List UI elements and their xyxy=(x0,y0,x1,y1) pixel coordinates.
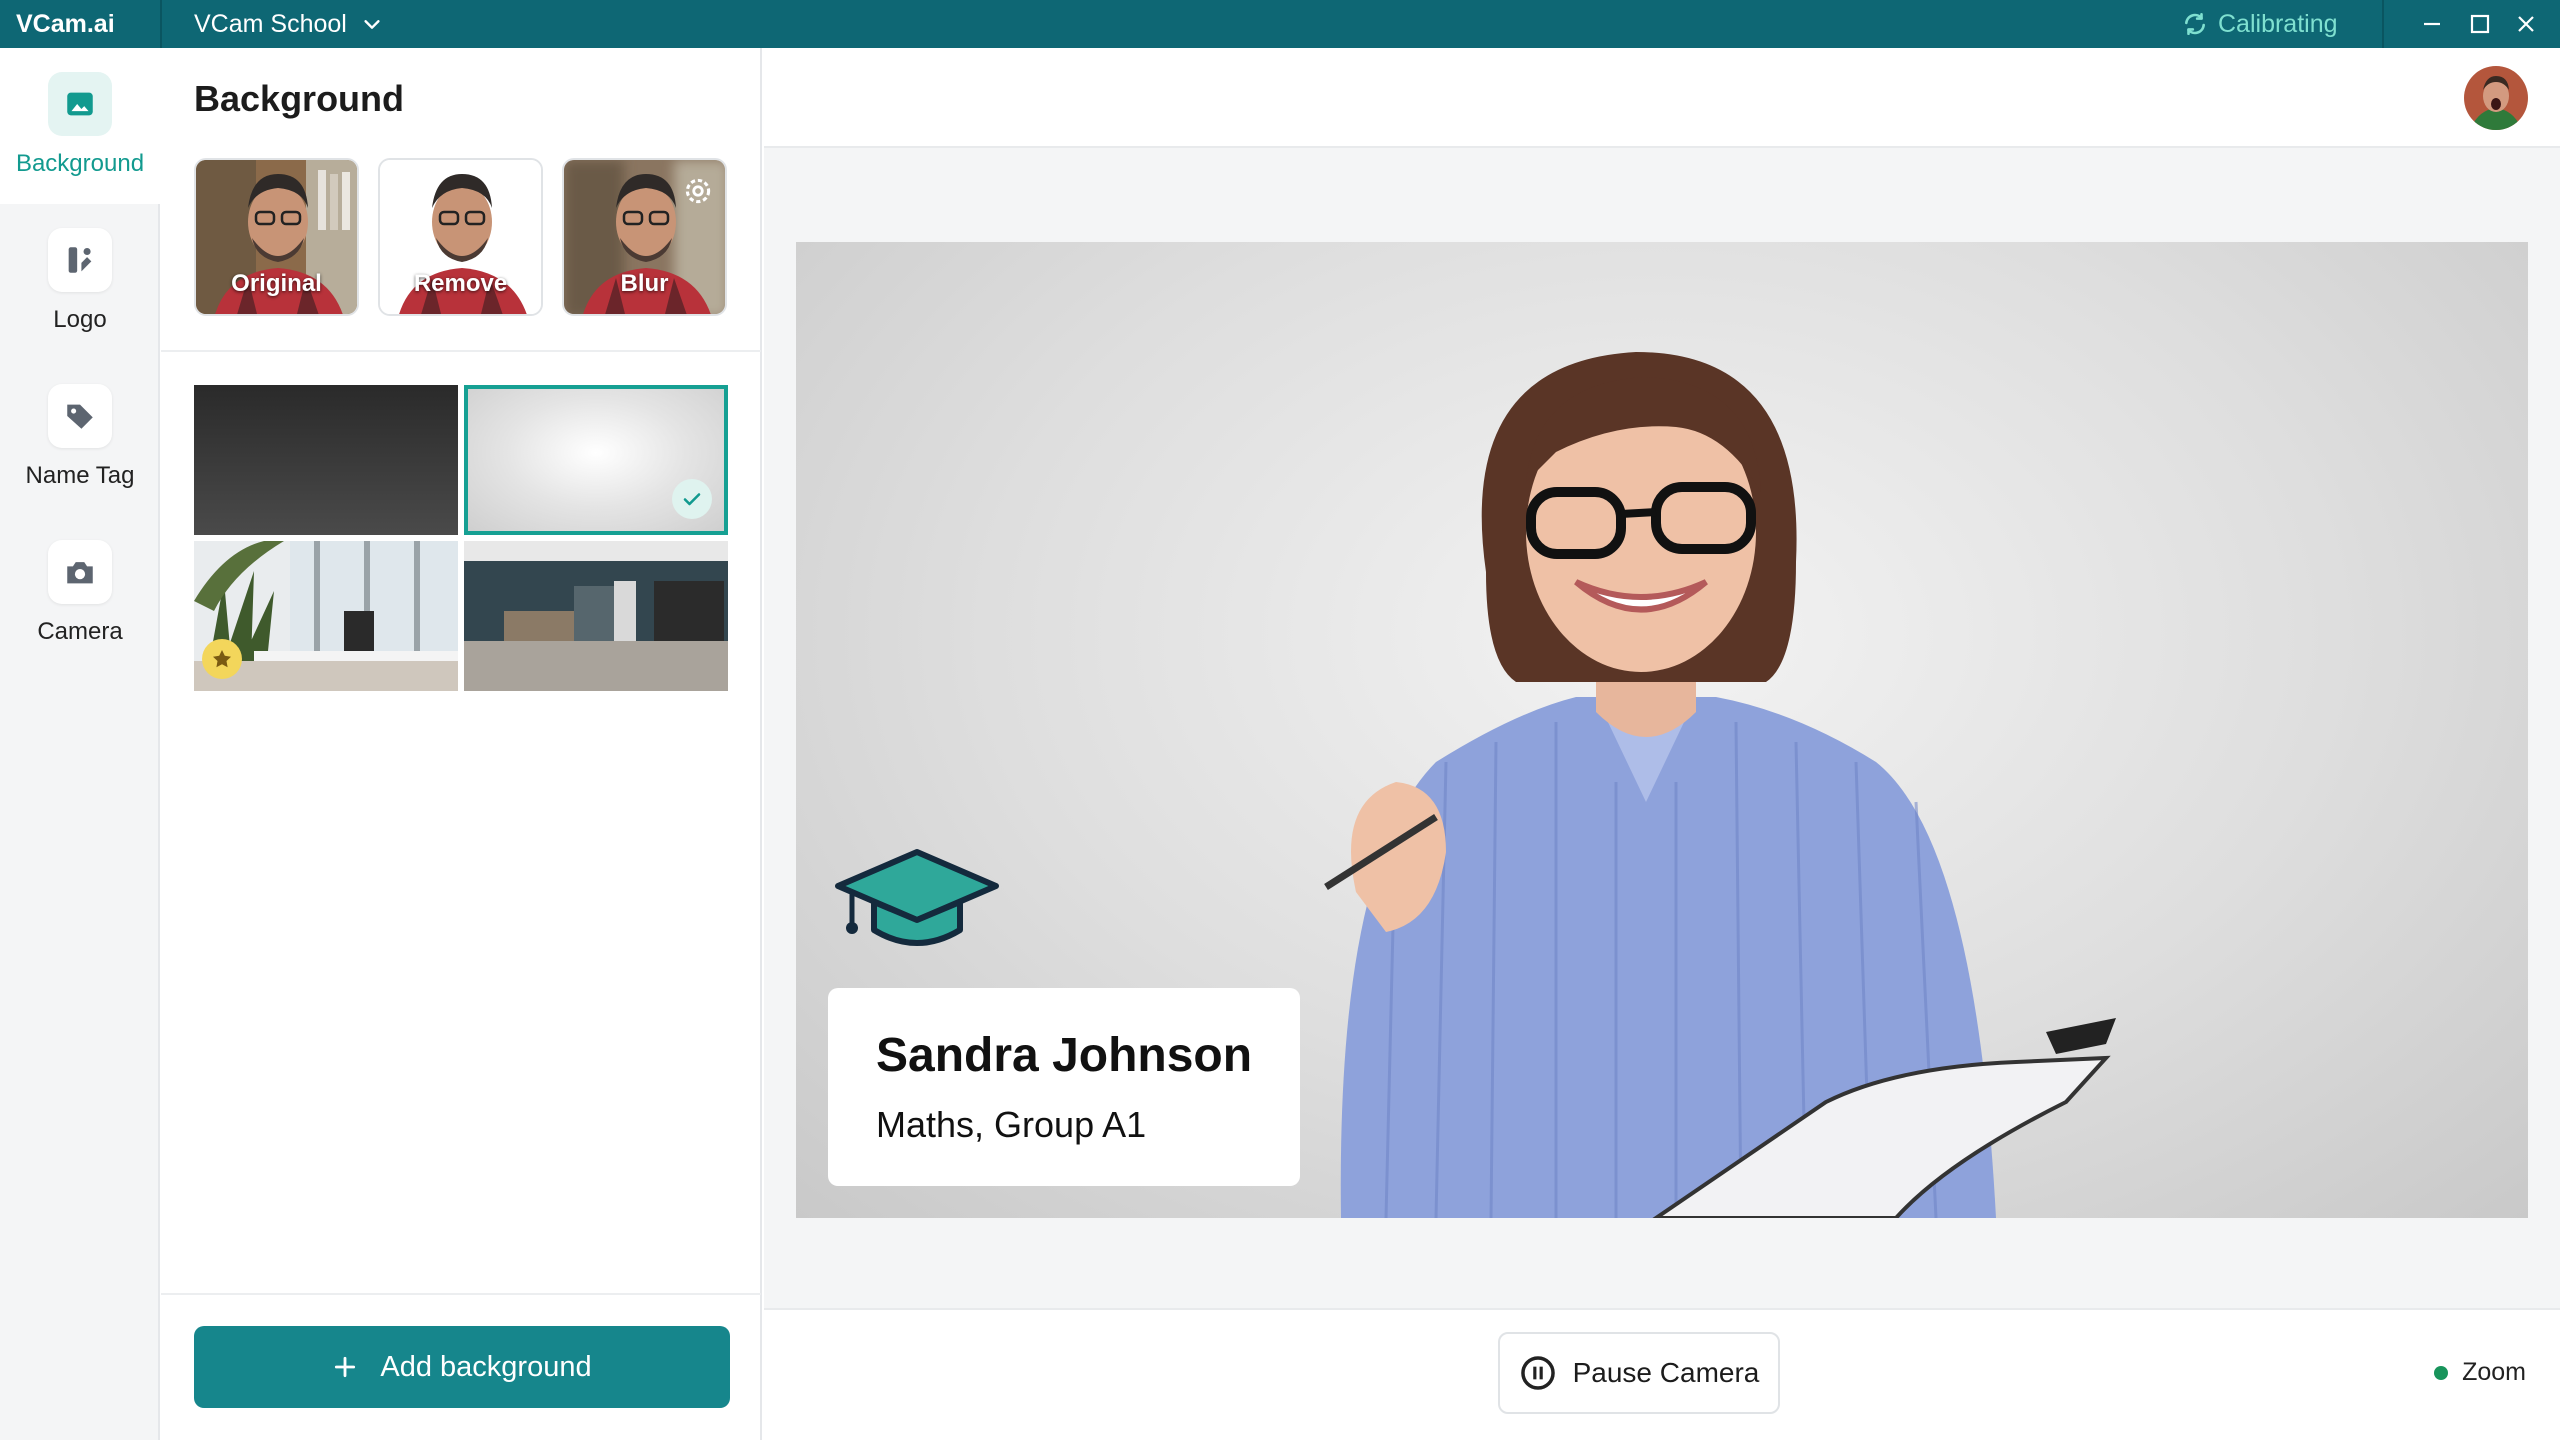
sidebar-item-label: Camera xyxy=(37,618,123,645)
sidebar-item-label: Logo xyxy=(53,306,107,333)
logo-icon xyxy=(48,228,112,292)
graduation-cap-icon xyxy=(835,849,999,946)
panel-divider xyxy=(161,1293,761,1295)
pause-camera-button[interactable]: Pause Camera xyxy=(1498,1332,1780,1414)
sidebar-item-label: Background xyxy=(15,150,145,177)
office-hallway-thumbnail xyxy=(464,541,728,691)
check-icon xyxy=(672,479,712,519)
calibrating-label: Calibrating xyxy=(2218,9,2338,38)
titlebar-divider xyxy=(160,0,162,48)
minimize-button[interactable] xyxy=(2412,0,2452,48)
sync-icon xyxy=(2185,12,2205,36)
sidebar-item-camera[interactable]: Camera xyxy=(0,516,160,672)
main-topbar xyxy=(764,48,2560,148)
sidebar-item-background[interactable]: Background xyxy=(0,48,160,204)
maximize-button[interactable] xyxy=(2460,0,2500,48)
chevron-down-icon xyxy=(364,20,380,29)
mode-remove[interactable]: Remove xyxy=(378,158,543,316)
mode-original[interactable]: Original xyxy=(194,158,359,316)
maximize-icon xyxy=(2470,14,2490,34)
titlebar-divider xyxy=(2382,0,2384,48)
main-footer: Pause Camera Zoom xyxy=(764,1308,2560,1440)
image-icon xyxy=(48,72,112,136)
gear-icon[interactable] xyxy=(681,174,715,208)
background-office-hallway[interactable] xyxy=(464,541,728,691)
avatar[interactable] xyxy=(2464,66,2528,130)
minimize-icon xyxy=(2424,22,2440,26)
output-status[interactable]: Zoom xyxy=(2434,1358,2526,1387)
mode-remove-label: Remove xyxy=(413,270,508,297)
background-dark-gradient[interactable] xyxy=(194,385,458,535)
plus-icon xyxy=(335,1356,356,1378)
mode-blur[interactable]: Blur xyxy=(562,158,727,316)
camera-preview: Sandra Johnson Maths, Group A1 xyxy=(796,242,2528,1218)
mode-blur-label: Blur xyxy=(620,270,669,297)
add-background-label: Add background xyxy=(380,1350,592,1383)
sidebar-item-logo[interactable]: Logo xyxy=(0,204,160,360)
pause-camera-label: Pause Camera xyxy=(1572,1357,1760,1388)
mode-original-label: Original xyxy=(231,270,322,297)
title-bar: VCam.ai VCam School Calibrating xyxy=(0,0,2560,48)
calibrating-status[interactable]: Calibrating xyxy=(2182,0,2338,48)
add-background-button[interactable]: Add background xyxy=(194,1326,730,1408)
sidebar-item-label: Name Tag xyxy=(25,462,135,489)
background-panel: Background Original Remove Blur Add back… xyxy=(161,48,762,1440)
sidebar-nav: Background Logo Name Tag Camera xyxy=(0,48,160,1440)
name-tag-name: Sandra Johnson xyxy=(876,1029,1253,1082)
close-button[interactable] xyxy=(2506,0,2546,48)
name-tag: Sandra Johnson Maths, Group A1 xyxy=(828,988,1300,1186)
app-brand: VCam.ai xyxy=(16,10,115,38)
camera-icon xyxy=(48,540,112,604)
workspace-name: VCam School xyxy=(194,9,347,38)
output-label: Zoom xyxy=(2462,1358,2526,1386)
name-tag-subtitle: Maths, Group A1 xyxy=(876,1104,1147,1145)
sidebar-item-name-tag[interactable]: Name Tag xyxy=(0,360,160,516)
status-dot xyxy=(2434,1365,2449,1380)
tag-icon xyxy=(48,384,112,448)
workspace-selector[interactable]: VCam School xyxy=(194,0,383,48)
background-office-plants[interactable] xyxy=(194,541,458,691)
star-icon xyxy=(202,639,242,679)
close-icon xyxy=(2518,16,2534,32)
background-light-gradient[interactable] xyxy=(464,385,728,535)
panel-title: Background xyxy=(194,78,405,119)
pause-icon xyxy=(1520,1356,1555,1390)
panel-divider xyxy=(161,350,761,352)
main-area: Sandra Johnson Maths, Group A1 Pause Cam… xyxy=(764,48,2560,1440)
